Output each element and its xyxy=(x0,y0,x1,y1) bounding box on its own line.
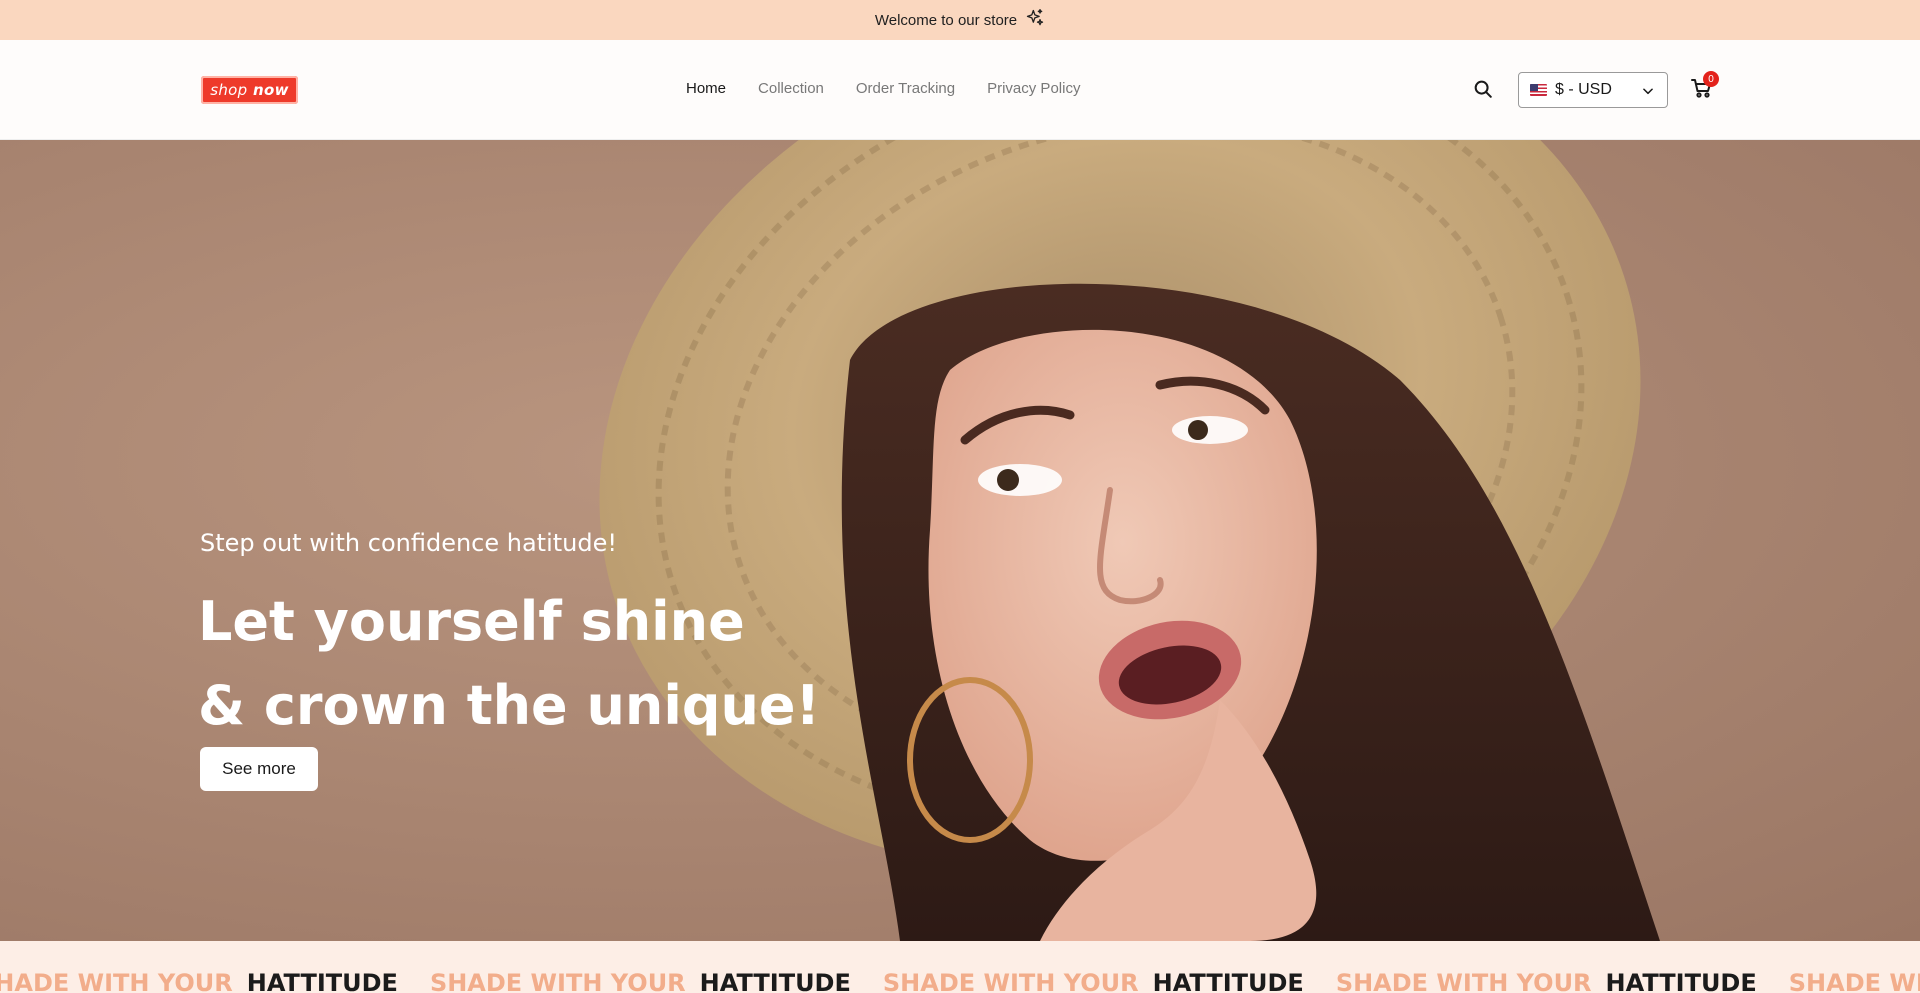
marquee-item: SHADE WITH YOUR HATTITUDE xyxy=(883,969,1336,993)
hero-banner: Step out with confidence hatitude! Let y… xyxy=(0,140,1920,941)
hero-subtitle: Step out with confidence hatitude! xyxy=(200,529,617,557)
us-flag-icon xyxy=(1530,84,1547,96)
currency-selector[interactable]: $ - USD xyxy=(1518,72,1668,108)
marquee-text-dark: HATTITUDE xyxy=(246,969,398,993)
main-nav: Home Collection Order Tracking Privacy P… xyxy=(686,80,1080,97)
site-header: shop now Home Collection Order Tracking … xyxy=(0,40,1920,140)
announcement-text: Welcome to our store xyxy=(874,11,1018,29)
marquee-track: SHADE WITH YOUR HATTITUDE SHADE WITH YOUR… xyxy=(0,969,1920,993)
marquee-text-accent: SHADE WITH YOUR xyxy=(1788,969,1920,993)
chevron-down-icon xyxy=(1641,84,1655,98)
marquee-text-dark: HATTITUDE xyxy=(1152,969,1304,993)
logo-part-now: now xyxy=(253,81,289,99)
logo-part-shop: shop xyxy=(210,81,248,99)
marquee-item: SHADE WITH YOUR HATTITUDE xyxy=(0,969,430,993)
marquee-item: SHADE WITH YOUR HATTITUDE xyxy=(1336,969,1789,993)
nav-collection[interactable]: Collection xyxy=(758,80,824,97)
hero-title: Let yourself shine & crown the unique! xyxy=(198,580,820,748)
marquee-text-accent: SHADE WITH YOUR xyxy=(1335,969,1592,993)
marquee-text-accent: SHADE WITH YOUR xyxy=(882,969,1139,993)
cart-count-badge: 0 xyxy=(1703,71,1719,87)
marquee-text-accent: SHADE WITH YOUR xyxy=(429,969,686,993)
see-more-button[interactable]: See more xyxy=(200,747,318,791)
currency-value: $ - USD xyxy=(1555,81,1612,98)
store-logo[interactable]: shop now xyxy=(201,76,298,104)
announcement-bar: Welcome to our store xyxy=(0,0,1920,40)
marquee-item: SHADE WITH YOUR HATTITUDE xyxy=(430,969,883,993)
nav-order-tracking[interactable]: Order Tracking xyxy=(856,80,955,97)
sparkle-icon xyxy=(1025,8,1045,32)
hero-title-line-1: Let yourself shine xyxy=(198,590,745,653)
marquee-text-accent: SHADE WITH YOUR xyxy=(0,969,233,993)
scrolling-marquee: SHADE WITH YOUR HATTITUDE SHADE WITH YOUR… xyxy=(0,941,1920,993)
nav-privacy-policy[interactable]: Privacy Policy xyxy=(987,80,1080,97)
hero-title-line-2: & crown the unique! xyxy=(198,674,821,737)
nav-home[interactable]: Home xyxy=(686,80,726,97)
marquee-text-dark: HATTITUDE xyxy=(699,969,851,993)
marquee-item: SHADE WITH YOURHATTITUDE xyxy=(1789,969,1920,993)
search-icon[interactable] xyxy=(1472,78,1494,100)
marquee-text-dark: HATTITUDE xyxy=(1605,969,1757,993)
